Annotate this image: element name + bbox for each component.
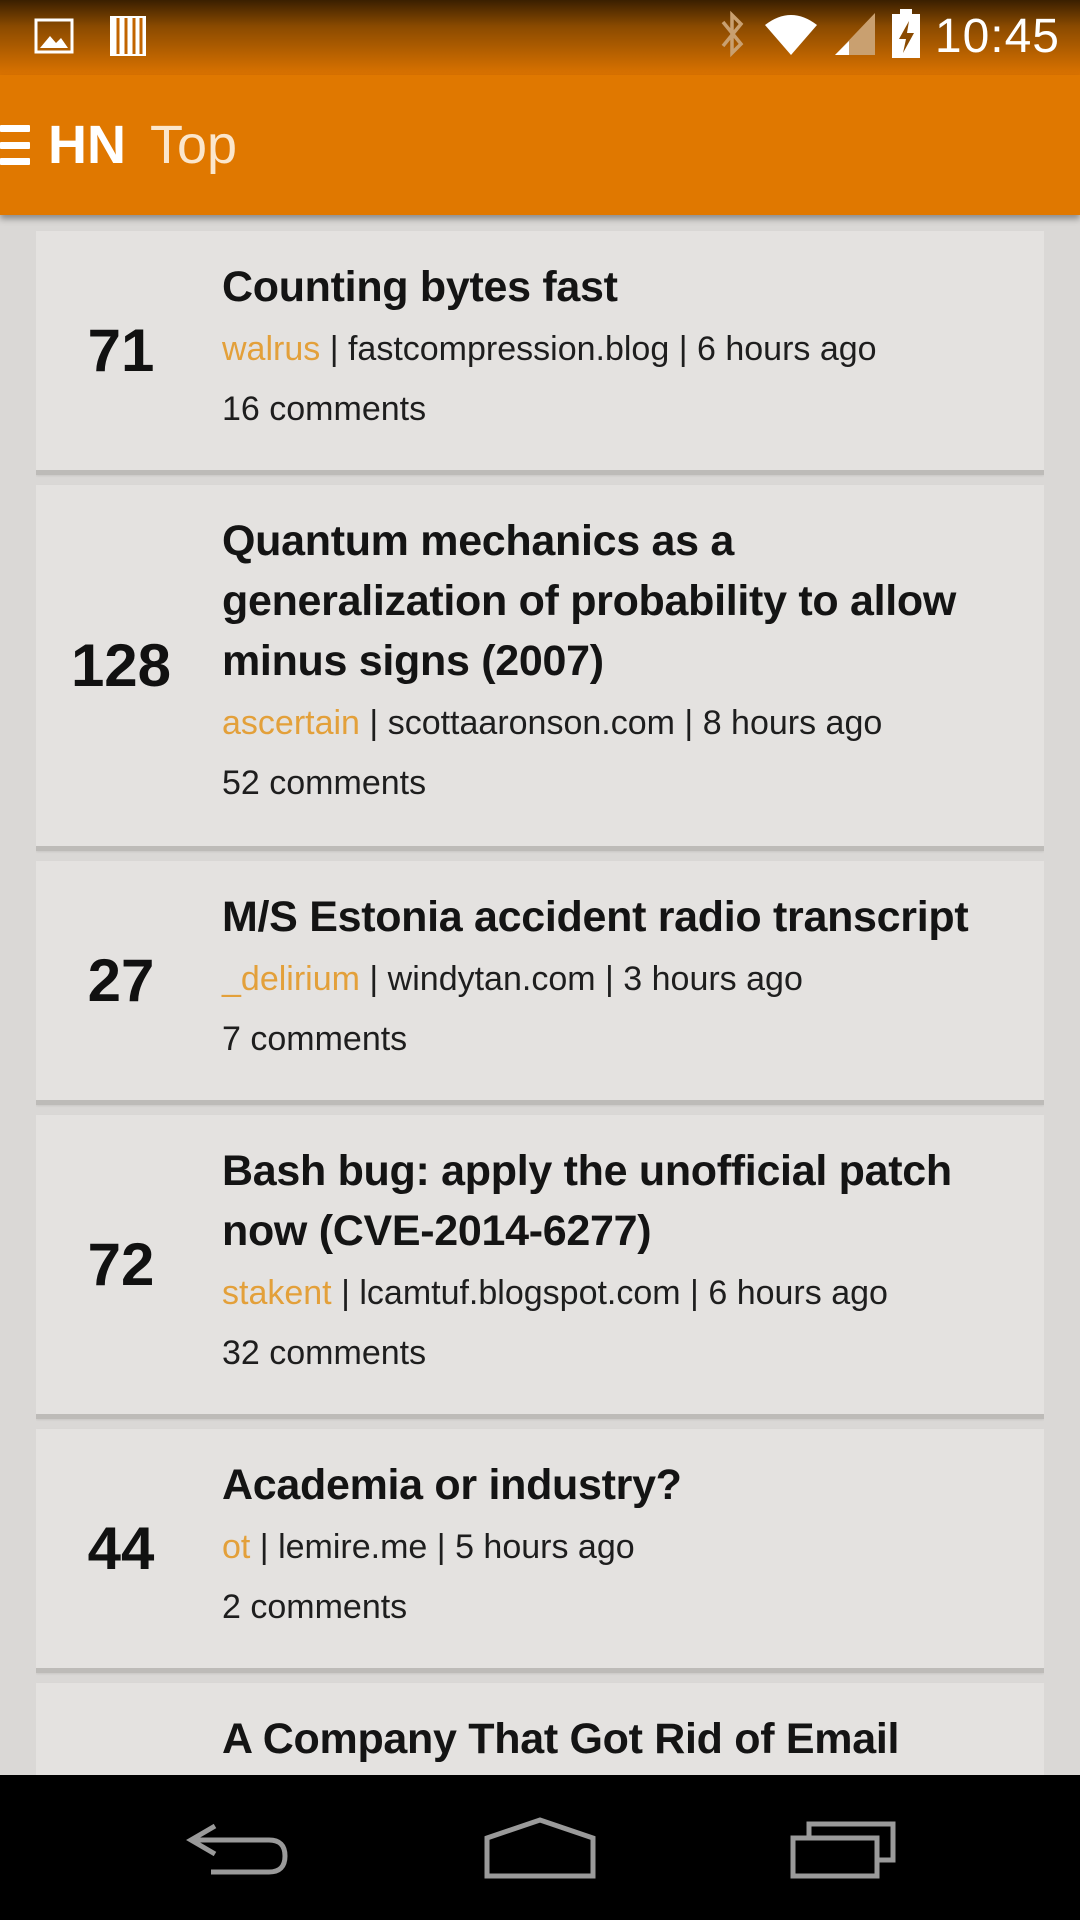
home-icon[interactable] xyxy=(480,1805,600,1890)
story-meta: _delirium | windytan.com | 3 hours ago xyxy=(222,959,1014,999)
story-comments[interactable]: 7 comments xyxy=(222,1019,1014,1059)
story-score: 27 xyxy=(87,947,155,1014)
story-user[interactable]: stakent xyxy=(222,1274,332,1312)
story-comments[interactable]: 32 comments xyxy=(222,1333,1014,1373)
story-card[interactable]: 71 Counting bytes fast walrus | fastcomp… xyxy=(36,231,1044,475)
story-meta: walrus | fastcompression.blog | 6 hours … xyxy=(222,329,1014,369)
story-age: 5 hours ago xyxy=(455,1528,635,1566)
story-title[interactable]: A Company That Got Rid of Email xyxy=(222,1709,1014,1769)
story-age: 6 hours ago xyxy=(708,1274,888,1312)
clock: 10:45 xyxy=(934,10,1060,63)
story-meta: stakent | lcamtuf.blogspot.com | 6 hours… xyxy=(222,1273,1014,1313)
story-score xyxy=(36,1683,206,1775)
story-score: 71 xyxy=(87,317,155,384)
story-user[interactable]: walrus xyxy=(222,330,320,368)
story-user[interactable]: ot xyxy=(222,1528,250,1566)
story-list[interactable]: 71 Counting bytes fast walrus | fastcomp… xyxy=(36,215,1044,1775)
storage-icon xyxy=(108,14,148,63)
story-meta: ascertain | scottaaronson.com | 8 hours … xyxy=(222,703,1014,743)
bluetooth-icon xyxy=(715,8,749,65)
story-age: 6 hours ago xyxy=(696,330,877,368)
story-age: 3 hours ago xyxy=(623,960,803,998)
story-title[interactable]: Bash bug: apply the unofficial patch now… xyxy=(222,1141,1014,1261)
story-comments[interactable]: 52 comments xyxy=(222,763,1014,803)
signal-icon xyxy=(833,11,877,62)
story-score: 44 xyxy=(87,1515,155,1582)
page-title: Top xyxy=(150,115,238,175)
status-bar: 10:45 xyxy=(0,0,1080,75)
story-comments[interactable]: 2 comments xyxy=(222,1587,1014,1627)
story-domain: | fastcompression.blog | xyxy=(320,330,697,368)
story-domain: | lemire.me | xyxy=(250,1528,456,1566)
story-score: 72 xyxy=(87,1231,155,1298)
story-user[interactable]: ascertain xyxy=(222,704,360,742)
story-age: 8 hours ago xyxy=(702,704,883,742)
hamburger-icon[interactable] xyxy=(0,125,30,165)
story-title[interactable]: Academia or industry? xyxy=(222,1455,1014,1515)
recents-icon[interactable] xyxy=(784,1805,904,1890)
wifi-icon xyxy=(763,11,819,62)
navigation-bar xyxy=(0,1775,1080,1920)
app-bar: HN Top xyxy=(0,75,1080,215)
story-card[interactable]: 72 Bash bug: apply the unofficial patch … xyxy=(36,1115,1044,1419)
story-domain: | lcamtuf.blogspot.com | xyxy=(331,1274,709,1312)
story-card[interactable]: 128 Quantum mechanics as a generalizatio… xyxy=(36,485,1044,851)
story-card[interactable]: 27 M/S Estonia accident radio transcript… xyxy=(36,861,1044,1105)
story-title[interactable]: M/S Estonia accident radio transcript xyxy=(222,887,1014,947)
app-logo[interactable]: HN xyxy=(48,114,126,176)
image-icon xyxy=(34,18,74,59)
back-icon[interactable] xyxy=(180,1805,300,1890)
story-comments[interactable]: 16 comments xyxy=(222,389,1014,429)
story-domain: | scottaaronson.com | xyxy=(359,704,703,742)
story-card[interactable]: A Company That Got Rid of Email xyxy=(36,1683,1044,1775)
story-user[interactable]: _delirium xyxy=(222,960,360,998)
story-score: 128 xyxy=(70,632,172,699)
story-domain: | windytan.com | xyxy=(359,960,624,998)
story-card[interactable]: 44 Academia or industry? ot | lemire.me … xyxy=(36,1429,1044,1673)
story-meta: ot | lemire.me | 5 hours ago xyxy=(222,1527,1014,1567)
battery-charging-icon xyxy=(891,9,921,64)
story-title[interactable]: Quantum mechanics as a generalization of… xyxy=(222,511,1014,691)
story-title[interactable]: Counting bytes fast xyxy=(222,257,1014,317)
